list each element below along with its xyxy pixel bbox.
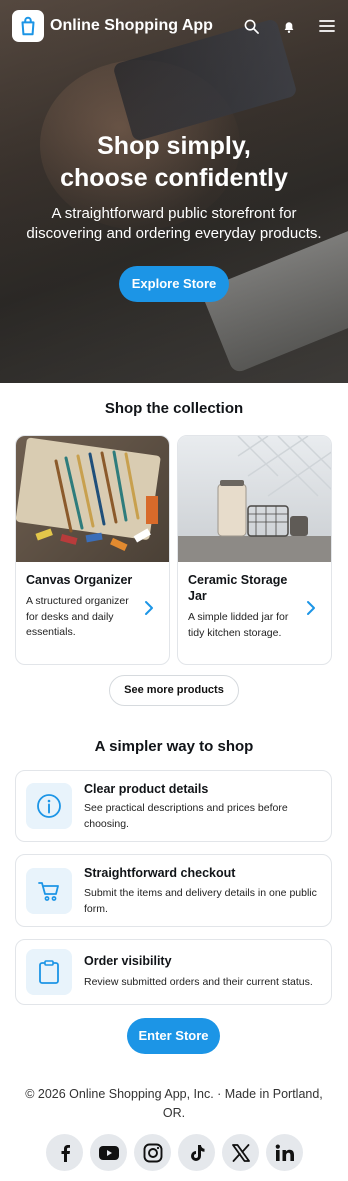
- feature-title: Straightforward checkout: [84, 866, 236, 880]
- feature-title: Clear product details: [84, 782, 209, 796]
- top-navbar: Online Shopping App: [0, 0, 348, 52]
- features-title: A simpler way to shop: [94, 738, 254, 755]
- instagram-icon[interactable]: [134, 1134, 171, 1171]
- x-icon[interactable]: [222, 1134, 259, 1171]
- hero-title: Shop simply, choose confidently: [0, 130, 348, 194]
- product-description: A simple lidded jar for tidy kitchen sto…: [188, 611, 289, 639]
- shopping-bag-icon[interactable]: [12, 10, 44, 42]
- feature-card-product-details: Clear product details See practical desc…: [15, 770, 332, 842]
- feature-card-checkout: Straightforward checkout Submit the item…: [15, 854, 332, 927]
- see-more-products-button[interactable]: See more products: [109, 675, 239, 706]
- product-title[interactable]: Ceramic Storage Jar: [188, 572, 298, 604]
- product-title[interactable]: Canvas Organizer: [26, 572, 136, 588]
- feature-card-order-visibility: Order visibility Review submitted orders…: [15, 939, 332, 1005]
- product-card-ceramic-storage-jar[interactable]: Ceramic Storage Jar A simple lidded jar …: [177, 435, 332, 665]
- tiktok-icon[interactable]: [178, 1134, 215, 1171]
- product-image-ceramic-storage-jar: [178, 436, 331, 562]
- footer-copyright: © 2026 Online Shopping App, Inc. · Made …: [25, 1087, 323, 1120]
- search-icon[interactable]: [242, 17, 260, 35]
- enter-store-button[interactable]: Enter Store: [127, 1018, 220, 1054]
- hero-subtitle: A straightforward public storefront for …: [26, 205, 322, 242]
- info-icon: [26, 783, 72, 829]
- youtube-icon[interactable]: [90, 1134, 127, 1171]
- facebook-icon[interactable]: [46, 1134, 83, 1171]
- social-links: [46, 1134, 303, 1171]
- chevron-right-icon[interactable]: [143, 600, 155, 616]
- clipboard-icon: [26, 949, 72, 995]
- hero-title-line2: choose confidently: [60, 164, 288, 192]
- menu-icon[interactable]: [318, 17, 336, 35]
- hero-title-line1: Shop simply,: [97, 132, 251, 160]
- hero-section: Online Shopping App Shop simply, choose …: [0, 0, 348, 383]
- feature-description: See practical descriptions and prices be…: [84, 802, 288, 830]
- explore-store-button[interactable]: Explore Store: [118, 266, 230, 302]
- product-card-canvas-organizer[interactable]: Canvas Organizer A structured organizer …: [15, 435, 170, 665]
- brand-name[interactable]: Online Shopping App: [50, 17, 213, 35]
- cart-icon: [26, 868, 72, 914]
- collection-title: Shop the collection: [104, 400, 244, 417]
- feature-title: Order visibility: [84, 954, 172, 968]
- linkedin-icon[interactable]: [266, 1134, 303, 1171]
- notification-bell-icon[interactable]: [280, 17, 298, 35]
- chevron-right-icon[interactable]: [305, 600, 317, 616]
- feature-description: Submit the items and delivery details in…: [84, 887, 317, 915]
- feature-description: Review submitted orders and their curren…: [84, 976, 313, 988]
- product-image-canvas-organizer: [16, 436, 169, 562]
- product-description: A structured organizer for desks and dai…: [26, 595, 129, 638]
